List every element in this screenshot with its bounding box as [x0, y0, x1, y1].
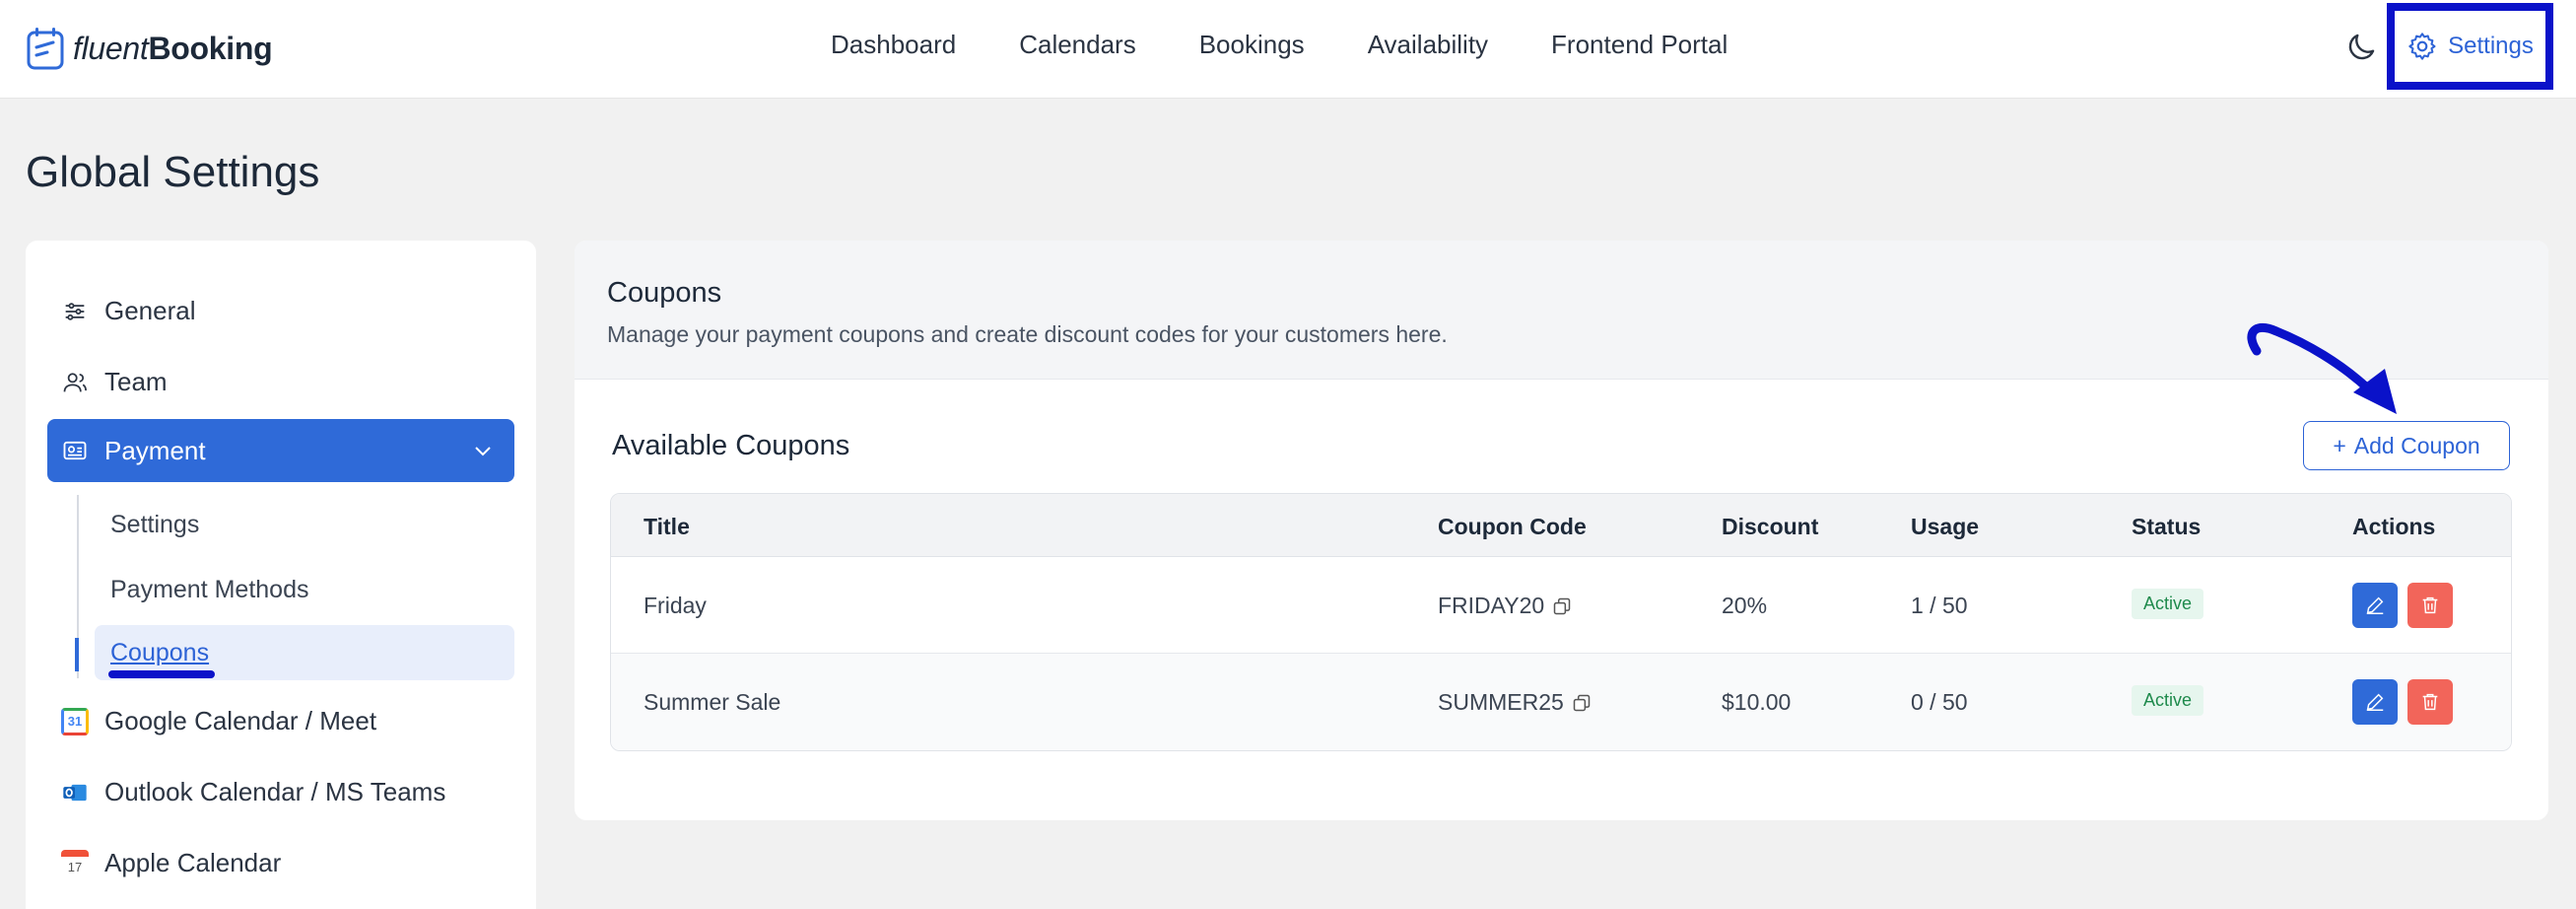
gear-icon: [2408, 33, 2436, 60]
nav-frontend-portal[interactable]: Frontend Portal: [1551, 30, 1728, 60]
page-title: Global Settings: [26, 148, 320, 196]
chevron-down-icon: [475, 447, 491, 456]
annotation-arrow: [2247, 322, 2397, 414]
settings-label: Settings: [2448, 33, 2534, 59]
status-badge: Active: [2132, 685, 2204, 716]
logo[interactable]: fluentBooking: [26, 26, 273, 71]
add-coupon-button[interactable]: + Add Coupon: [2303, 421, 2510, 470]
sidebar-item-google-calendar[interactable]: 31 Google Calendar / Meet: [61, 706, 376, 736]
sidebar-item-label: Payment: [104, 435, 206, 465]
table-header: Title Coupon Code Discount Usage Status …: [611, 494, 2511, 557]
nav-dashboard[interactable]: Dashboard: [831, 30, 956, 60]
sidebar-item-apple-calendar[interactable]: 17 Apple Calendar: [61, 848, 281, 878]
main-nav: Dashboard Calendars Bookings Availabilit…: [831, 30, 1728, 60]
delete-button[interactable]: [2407, 583, 2453, 628]
sidebar-subitem-settings[interactable]: Settings: [110, 511, 199, 539]
col-title: Title: [644, 514, 690, 539]
outlook-icon: [63, 784, 87, 801]
nav-availability[interactable]: Availability: [1368, 30, 1488, 60]
cell-title: Summer Sale: [644, 689, 781, 715]
cell-coupon-code: SUMMER25: [1438, 689, 1592, 716]
available-coupons-title: Available Coupons: [612, 430, 850, 461]
pencil-icon: [2366, 596, 2384, 614]
logo-icon: [27, 28, 64, 70]
pencil-icon: [2366, 693, 2384, 711]
payment-icon: [63, 441, 87, 460]
edit-button[interactable]: [2352, 679, 2398, 725]
nav-bookings[interactable]: Bookings: [1199, 30, 1305, 60]
sidebar-subitem-payment-methods[interactable]: Payment Methods: [110, 576, 309, 604]
nav-calendars[interactable]: Calendars: [1019, 30, 1136, 60]
dark-mode-toggle-icon[interactable]: [2343, 30, 2379, 65]
col-coupon-code: Coupon Code: [1438, 514, 1587, 539]
coupon-code-text: FRIDAY20: [1438, 593, 1545, 618]
coupons-highlight-underline: [108, 670, 215, 678]
cell-discount: $10.00: [1722, 689, 1792, 715]
table-row: Summer Sale SUMMER25 $10.00 0 / 50 Activ…: [611, 654, 2511, 750]
google-calendar-icon: 31: [61, 707, 89, 735]
cell-title: Friday: [644, 593, 707, 618]
sidebar-item-team[interactable]: Team: [61, 367, 168, 397]
sidebar-item-label: General: [104, 296, 196, 325]
submenu-active-indicator: [75, 638, 79, 671]
plus-icon: +: [2333, 432, 2346, 458]
cell-usage: 1 / 50: [1911, 593, 1968, 618]
trash-icon: [2422, 693, 2438, 711]
col-discount: Discount: [1722, 514, 1819, 539]
sidebar-item-outlook-calendar[interactable]: Outlook Calendar / MS Teams: [61, 777, 445, 807]
table-row: Friday FRIDAY20 20% 1 / 50 Active: [611, 557, 2511, 654]
cell-usage: 0 / 50: [1911, 689, 1968, 715]
sidebar-item-label: Outlook Calendar / MS Teams: [104, 777, 446, 806]
sidebar-subitem-coupons[interactable]: Coupons: [110, 639, 209, 667]
sliders-icon: [65, 302, 85, 320]
copy-icon[interactable]: [1572, 693, 1592, 713]
copy-icon[interactable]: [1552, 596, 1572, 616]
delete-button[interactable]: [2407, 679, 2453, 725]
settings-sidebar: General Team Payment Settings Payment Me…: [26, 241, 536, 909]
sidebar-item-payment[interactable]: Payment: [47, 419, 514, 482]
col-actions: Actions: [2352, 514, 2436, 539]
section-description: Manage your payment coupons and create d…: [607, 321, 1448, 347]
add-coupon-label: Add Coupon: [2353, 432, 2480, 458]
users-icon: [63, 372, 87, 391]
status-badge: Active: [2132, 589, 2204, 619]
col-status: Status: [2132, 514, 2202, 539]
sidebar-item-label: Google Calendar / Meet: [104, 706, 377, 735]
apple-calendar-icon: 17: [61, 849, 89, 877]
section-title: Coupons: [607, 277, 722, 309]
sidebar-item-label: Team: [104, 367, 168, 396]
settings-nav-button[interactable]: Settings: [2387, 3, 2553, 90]
cell-discount: 20%: [1722, 593, 1768, 618]
logo-text: fluentBooking: [73, 30, 273, 66]
sidebar-item-label: Apple Calendar: [104, 848, 282, 877]
top-bar: fluentBooking Dashboard Calendars Bookin…: [0, 0, 2576, 99]
trash-icon: [2422, 596, 2438, 614]
cell-coupon-code: FRIDAY20: [1438, 593, 1572, 619]
edit-button[interactable]: [2352, 583, 2398, 628]
sidebar-item-general[interactable]: General: [61, 296, 196, 326]
col-usage: Usage: [1911, 514, 1980, 539]
coupons-table: Title Coupon Code Discount Usage Status …: [610, 493, 2512, 751]
coupon-code-text: SUMMER25: [1438, 689, 1564, 715]
